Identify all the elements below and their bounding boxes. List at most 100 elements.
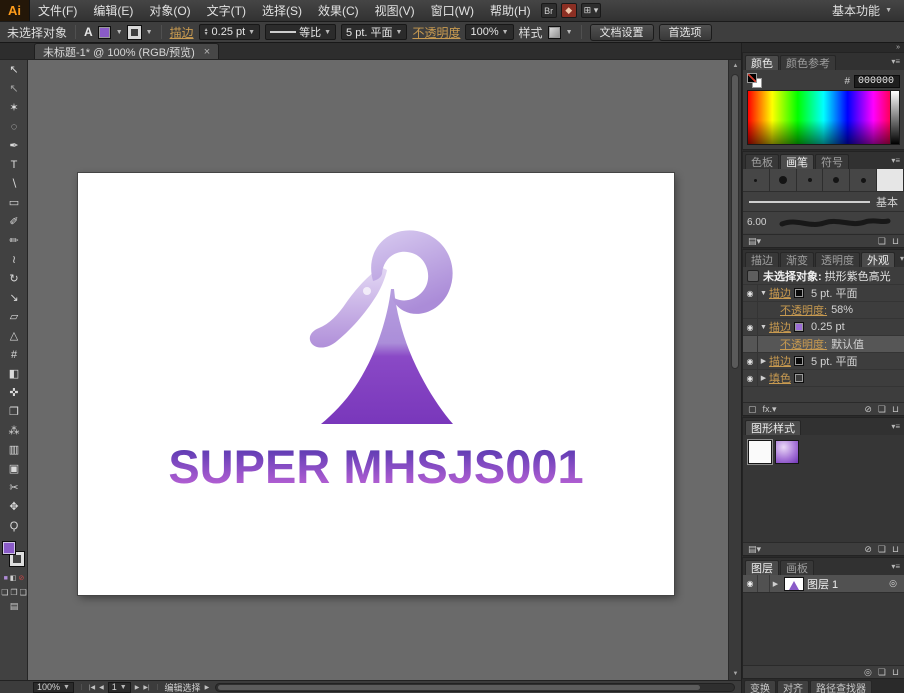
eyedropper-tool[interactable]: ✜ xyxy=(0,383,28,402)
canvas-pasteboard[interactable]: SUPER MHSJS001 ▲ ▼ xyxy=(28,60,741,680)
magic-wand-tool[interactable]: ✶ xyxy=(0,98,28,117)
last-artboard-icon[interactable]: ▶| xyxy=(143,684,149,691)
stroke-link[interactable]: 描边 xyxy=(769,319,791,335)
appearance-row-opacity-selected[interactable]: 不透明度: 默认值 xyxy=(743,336,904,353)
color-button[interactable]: ■ xyxy=(4,575,8,582)
opacity-dropdown[interactable]: 100% ▼ xyxy=(465,24,513,40)
scroll-up-icon[interactable]: ▲ xyxy=(729,60,741,72)
layer-name[interactable]: 图层 1 xyxy=(807,576,838,592)
lasso-tool[interactable]: ◌ xyxy=(0,117,28,136)
tab-layers[interactable]: 图层 xyxy=(745,560,779,575)
fill-proxy-swatch[interactable] xyxy=(2,541,16,555)
type-tool[interactable]: T xyxy=(0,155,28,174)
appearance-row-fill[interactable]: ◉ ▶ 填色 xyxy=(743,370,904,387)
pencil-tool[interactable]: ✏ xyxy=(0,231,28,250)
duplicate-item-icon[interactable]: ❏ xyxy=(878,404,886,415)
rotate-tool[interactable]: ↻ xyxy=(0,269,28,288)
stroke-link[interactable]: 描边 xyxy=(769,285,791,301)
opacity-link[interactable]: 不透明度: xyxy=(780,336,827,352)
brush-item[interactable] xyxy=(770,169,797,191)
rectangle-tool[interactable]: ▭ xyxy=(0,193,28,212)
width-tool[interactable]: ≀ xyxy=(0,250,28,269)
expand-triangle-icon[interactable]: ▼ xyxy=(758,290,769,297)
menu-file[interactable]: 文件(F) xyxy=(30,0,85,21)
first-artboard-icon[interactable]: |◀ xyxy=(89,684,95,691)
layer-row[interactable]: ◉ ▶ 图层 1 ◎ xyxy=(743,575,904,593)
graphic-style-purple[interactable] xyxy=(775,440,799,464)
panel-menu-icon[interactable]: ▾≡ xyxy=(887,422,904,431)
expand-triangle-icon[interactable]: ▶ xyxy=(758,357,769,365)
panel-menu-icon[interactable]: ▾≡ xyxy=(887,562,904,571)
menu-window[interactable]: 窗口(W) xyxy=(423,0,482,21)
lock-column[interactable] xyxy=(758,575,770,592)
selection-tool[interactable]: ↖ xyxy=(0,60,28,79)
tab-swatches[interactable]: 色板 xyxy=(745,154,779,169)
visibility-column[interactable] xyxy=(743,336,758,352)
color-proxy-mini[interactable] xyxy=(747,73,767,90)
tab-align[interactable]: 对齐 xyxy=(777,680,809,693)
width-profile-dropdown[interactable]: 等比 ▼ xyxy=(265,24,336,40)
fill-link[interactable]: 填色 xyxy=(769,370,791,386)
make-mask-icon[interactable]: ◎ xyxy=(864,667,872,678)
symbol-sprayer-tool[interactable]: ⁂ xyxy=(0,421,28,440)
tab-brushes[interactable]: 画笔 xyxy=(780,154,814,169)
tab-gradient[interactable]: 渐变 xyxy=(780,252,814,267)
expand-triangle-icon[interactable]: ▼ xyxy=(758,324,769,331)
document-setup-button[interactable]: 文档设置 xyxy=(590,24,654,41)
appearance-row-stroke[interactable]: ◉ ▼ 描边 0.25 pt xyxy=(743,319,904,336)
brush-item[interactable] xyxy=(743,169,770,191)
column-graph-tool[interactable]: ▥ xyxy=(0,440,28,459)
layer-thumbnail[interactable] xyxy=(784,577,804,591)
visibility-eye-icon[interactable]: ◉ xyxy=(743,575,758,592)
panel-menu-icon[interactable]: ▾≡ xyxy=(887,57,904,66)
hex-input[interactable] xyxy=(854,75,900,88)
slice-tool[interactable]: ✂ xyxy=(0,478,28,497)
stroke-link[interactable]: 描边 xyxy=(769,353,791,369)
workspace-switcher[interactable]: 基本功能 ▼ xyxy=(820,0,904,21)
stroke-color-swatch[interactable] xyxy=(794,356,804,366)
appearance-row-stroke[interactable]: ◉ ▼ 描边 5 pt. 平面 xyxy=(743,285,904,302)
tab-color-guide[interactable]: 颜色参考 xyxy=(780,55,836,70)
tab-appearance[interactable]: 外观 xyxy=(861,252,895,267)
menu-view[interactable]: 视图(V) xyxy=(367,0,423,21)
arrange-documents-icon[interactable]: ⊞ ▾ xyxy=(581,3,602,18)
tab-pathfinder[interactable]: 路径查找器 xyxy=(810,680,872,693)
mesh-tool[interactable]: # xyxy=(0,345,28,364)
opacity-panel-link[interactable]: 不透明度 xyxy=(412,24,460,41)
draw-inside-icon[interactable]: ❑ xyxy=(20,588,27,597)
menu-select[interactable]: 选择(S) xyxy=(254,0,310,21)
clear-appearance-icon[interactable]: ⊘ xyxy=(864,404,872,415)
close-icon[interactable]: × xyxy=(204,46,210,58)
tab-transform[interactable]: 变换 xyxy=(744,680,776,693)
opacity-link[interactable]: 不透明度: xyxy=(780,302,827,318)
draw-normal-icon[interactable]: ❏ xyxy=(1,588,8,597)
brush-item-selected[interactable] xyxy=(877,169,904,191)
fill-stroke-proxy[interactable] xyxy=(0,539,28,571)
basic-brush-row[interactable]: 基本 xyxy=(743,191,904,211)
brush-definition-dropdown[interactable]: 5 pt. 平面 ▼ xyxy=(341,24,407,40)
new-brush-icon[interactable]: ❏ xyxy=(878,236,886,247)
appearance-row-opacity[interactable]: 不透明度: 58% xyxy=(743,302,904,319)
delete-style-icon[interactable]: ⊔ xyxy=(892,544,899,555)
new-style-icon[interactable]: ❏ xyxy=(878,544,886,555)
menu-object[interactable]: 对象(O) xyxy=(141,0,198,21)
stroke-color-swatch[interactable] xyxy=(128,26,141,39)
new-effect-icon[interactable]: fx.▾ xyxy=(763,404,777,415)
bridge-icon[interactable]: Br xyxy=(541,3,557,18)
new-stroke-icon[interactable]: ▢ xyxy=(748,404,757,415)
gradient-button[interactable]: ◧ xyxy=(10,574,17,582)
artboard[interactable]: SUPER MHSJS001 xyxy=(78,173,674,595)
red-app-icon[interactable]: ◆ xyxy=(561,3,577,18)
menu-edit[interactable]: 编辑(E) xyxy=(85,0,141,21)
collapse-dock-icon[interactable]: » xyxy=(896,44,900,51)
preferences-button[interactable]: 首选项 xyxy=(659,24,712,41)
artboard-number-dropdown[interactable]: 1 ▼ xyxy=(108,682,131,693)
stroke-width-dropdown[interactable]: ▲▼ 0.25 pt ▼ xyxy=(199,24,261,40)
chevron-down-icon[interactable]: ▼ xyxy=(146,29,153,36)
free-transform-tool[interactable]: ▱ xyxy=(0,307,28,326)
logo-wordmark[interactable]: SUPER MHSJS001 xyxy=(78,439,674,494)
draw-behind-icon[interactable]: ❐ xyxy=(10,588,17,597)
next-artboard-icon[interactable]: ▶ xyxy=(135,684,140,691)
brush-item[interactable] xyxy=(850,169,877,191)
menu-type[interactable]: 文字(T) xyxy=(199,0,254,21)
